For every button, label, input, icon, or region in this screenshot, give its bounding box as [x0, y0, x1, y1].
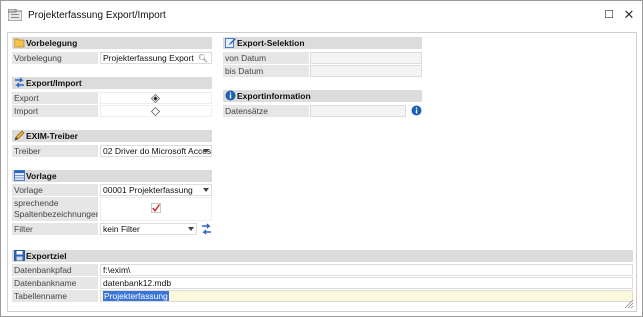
datenbankname-input[interactable]: datenbank12.mdb	[100, 277, 633, 289]
datenbankpfad-input[interactable]: f:\exim\	[100, 264, 633, 276]
tabellenname-label: Tabellenname	[12, 290, 98, 302]
row-treiber: Treiber 02 Driver do Microsoft Acces	[12, 145, 212, 157]
spalten-checkbox-cell[interactable]	[100, 197, 212, 221]
title-bar: Projekterfassung Export/Import ☐ ✕	[1, 1, 642, 31]
chevron-down-icon[interactable]	[188, 227, 194, 231]
section-exim-treiber: EXIM-Treiber	[12, 130, 212, 142]
maximize-button[interactable]: ☐	[602, 8, 616, 22]
spalten-checkbox[interactable]	[151, 203, 161, 213]
filter-value: kein Filter	[103, 224, 140, 234]
search-icon[interactable]: 🔍︎	[198, 54, 208, 63]
export-radio-cell[interactable]	[100, 92, 212, 104]
tabellenname-selected-text: Projekterfassung	[103, 291, 169, 301]
tabellenname-input[interactable]: Projekterfassung	[100, 290, 633, 302]
row-tabellenname: Tabellenname Projekterfassung	[12, 290, 633, 302]
section-vorbelegung: Vorbelegung	[12, 37, 212, 49]
row-vorlage: Vorlage 00001 Projekterfassung	[12, 184, 212, 196]
row-export: Export	[12, 92, 212, 104]
vorbelegung-field[interactable]: Projekterfassung Export 🔍︎	[100, 52, 212, 64]
vorlage-value: 00001 Projekterfassung	[103, 185, 193, 195]
section-title: Exportziel	[26, 251, 67, 261]
vorlage-dropdown[interactable]: 00001 Projekterfassung	[100, 184, 212, 196]
spalten-label: sprechende Spaltenbezeichnungen	[12, 197, 98, 221]
section-title: EXIM-Treiber	[26, 131, 78, 141]
spalten-label-line1: sprechende	[14, 198, 59, 208]
save-disk-icon	[14, 250, 25, 261]
window-title: Projekterfassung Export/Import	[28, 10, 166, 21]
datenbankpfad-label: Datenbankpfad	[12, 264, 98, 276]
spalten-label-line2: Spaltenbezeichnungen	[14, 209, 98, 219]
datensaetze-value	[310, 105, 406, 117]
row-spaltenbezeichnungen: sprechende Spaltenbezeichnungen	[12, 197, 212, 221]
exchange-arrows-icon	[15, 77, 24, 88]
close-button[interactable]: ✕	[622, 8, 636, 22]
import-label: Import	[12, 105, 98, 117]
section-title: Vorbelegung	[26, 38, 78, 48]
row-bis-datum: bis Datum	[223, 65, 422, 77]
folder-icon	[14, 38, 25, 48]
row-datenbankname: Datenbankname datenbank12.mdb	[12, 277, 633, 289]
row-vorbelegung: Vorbelegung Projekterfassung Export 🔍︎	[12, 52, 212, 64]
von-datum-label: von Datum	[223, 52, 309, 64]
chevron-down-icon[interactable]	[203, 149, 209, 153]
von-datum-input[interactable]	[310, 52, 422, 64]
row-datenbankpfad: Datenbankpfad f:\exim\	[12, 264, 633, 276]
client-area: Vorbelegung Vorbelegung Projekterfassung…	[7, 32, 637, 312]
row-filter: Filter kein Filter	[12, 223, 212, 235]
resize-grip-icon[interactable]	[624, 299, 634, 309]
edit-form-icon	[225, 38, 236, 48]
filter-label: Filter	[12, 223, 98, 235]
section-exportinformation: Exportinformation	[223, 90, 422, 102]
section-title: Export-Selektion	[237, 38, 305, 48]
export-import-window: Projekterfassung Export/Import ☐ ✕ Vorbe…	[0, 0, 643, 317]
section-exportziel: Exportziel	[12, 250, 633, 262]
bis-datum-input[interactable]	[310, 65, 422, 77]
section-export-selektion: Export-Selektion	[223, 37, 422, 49]
info-icon	[225, 90, 236, 101]
treiber-dropdown[interactable]: 02 Driver do Microsoft Acces	[100, 145, 212, 157]
row-import: Import	[12, 105, 212, 117]
info-icon[interactable]	[411, 105, 422, 116]
filter-dropdown[interactable]: kein Filter	[100, 223, 197, 235]
row-von-datum: von Datum	[223, 52, 422, 64]
app-icon	[8, 9, 22, 21]
vorbelegung-value: Projekterfassung Export	[103, 53, 194, 63]
vorbelegung-label: Vorbelegung	[12, 52, 98, 64]
bis-datum-label: bis Datum	[223, 65, 309, 77]
treiber-label: Treiber	[12, 145, 98, 157]
treiber-value: 02 Driver do Microsoft Acces	[103, 146, 212, 156]
section-title: Exportinformation	[237, 91, 311, 101]
pencil-icon	[14, 130, 25, 141]
section-vorlage: Vorlage	[12, 170, 212, 182]
section-export-import: Export/Import	[12, 77, 212, 89]
row-datensaetze: Datensätze	[223, 105, 422, 117]
table-icon	[14, 170, 25, 181]
vorlage-label: Vorlage	[12, 184, 98, 196]
import-radio-cell[interactable]	[100, 105, 212, 117]
export-radio[interactable]	[151, 94, 160, 103]
chevron-down-icon[interactable]	[203, 188, 209, 192]
export-label: Export	[12, 92, 98, 104]
section-title: Vorlage	[26, 171, 57, 181]
section-title: Export/Import	[26, 78, 82, 88]
filter-exchange-icon[interactable]	[201, 223, 212, 235]
datensaetze-label: Datensätze	[223, 105, 309, 117]
datenbankname-label: Datenbankname	[12, 277, 98, 289]
import-radio[interactable]	[151, 107, 160, 116]
